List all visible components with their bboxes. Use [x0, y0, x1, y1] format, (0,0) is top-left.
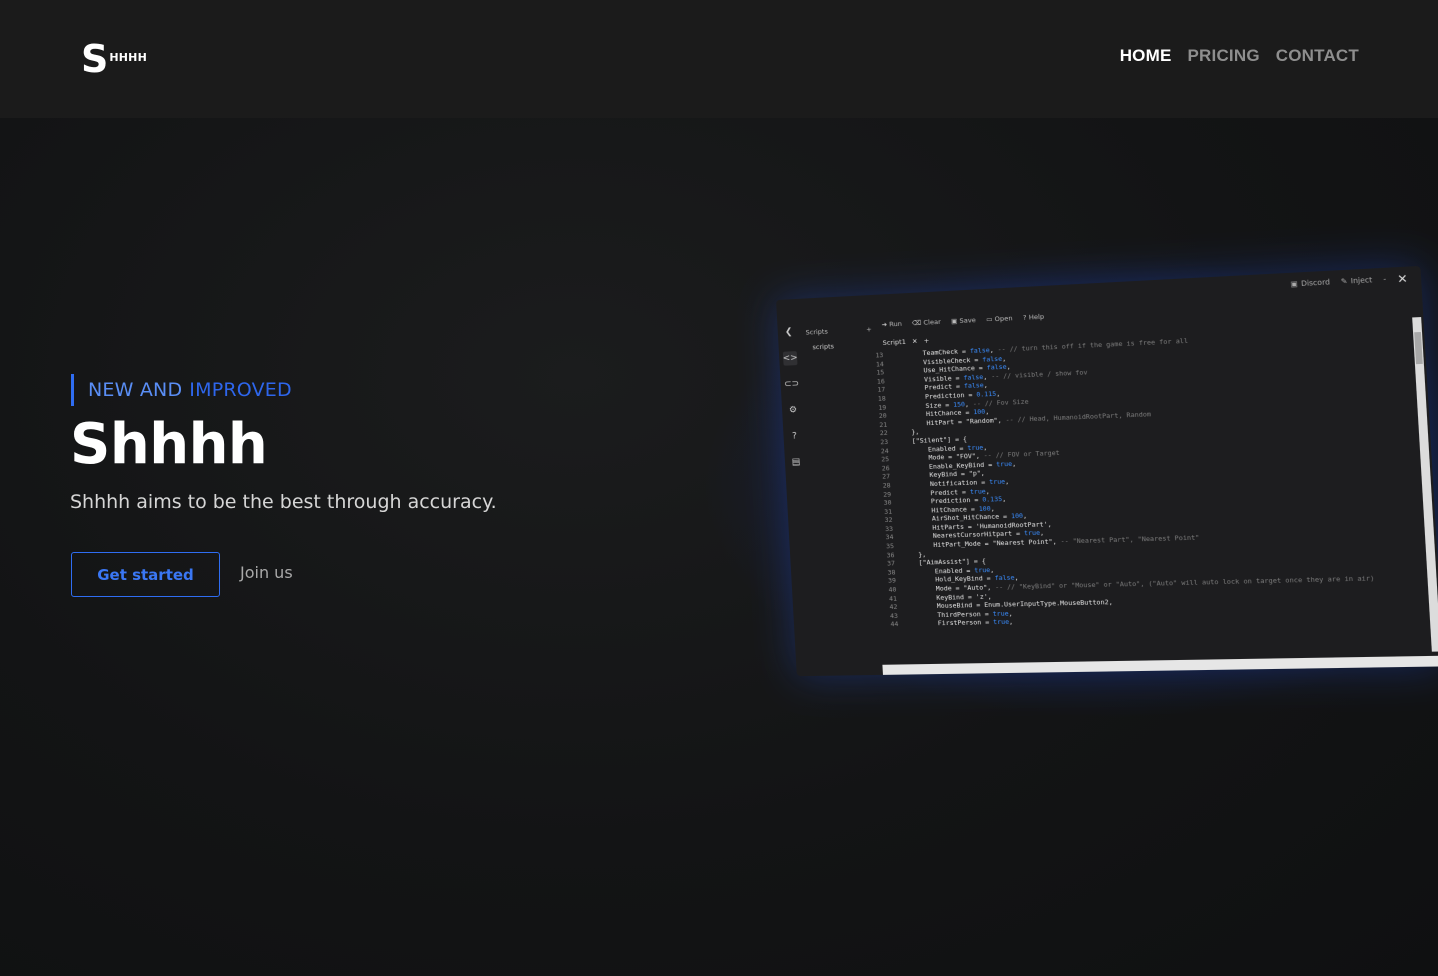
editor-tab: Script1 ✕ + — [882, 337, 929, 347]
run-label: Run — [889, 320, 902, 329]
editor-inject-button: ✎ Inject — [1341, 276, 1373, 286]
hero-title: Shhhh — [70, 412, 267, 478]
editor-close-icon: ✕ — [1397, 271, 1408, 285]
editor-tab-close-icon: ✕ — [912, 337, 918, 345]
line-number: 42 — [879, 603, 898, 612]
save-button: ▣ Save — [951, 316, 976, 325]
editor-scroll-thumb — [1414, 332, 1423, 364]
editor-tab-add-icon: + — [923, 337, 929, 345]
help-button: ? Help — [1023, 313, 1045, 322]
save-label: Save — [959, 316, 976, 325]
editor-logo-icon: ❮ — [781, 325, 796, 340]
eyebrow-text-part1: NEW AND — [88, 379, 182, 401]
scripts-add-icon: + — [866, 325, 872, 333]
discord-icon: ▣ — [1290, 280, 1298, 289]
editor-minimize-icon: - — [1383, 275, 1386, 284]
scripts-panel-title: Scripts — [805, 327, 828, 336]
open-button: ▭ Open — [986, 314, 1013, 323]
nav-pricing-link[interactable]: PRICING — [1188, 46, 1260, 66]
hero-eyebrow: NEW AND IMPROVED — [71, 374, 292, 406]
brand-logo[interactable]: S HHHH — [81, 38, 147, 78]
clear-button: ⌫ Clear — [912, 318, 941, 328]
gear-icon: ⚙ — [786, 403, 801, 418]
link-icon: ⊂⊃ — [784, 377, 799, 392]
logo-initial: S — [81, 40, 108, 78]
run-button: ➜ Run — [881, 320, 902, 329]
paint-roller-icon: ▤ — [789, 455, 804, 470]
help-label: Help — [1028, 313, 1044, 322]
line-number: 40 — [878, 586, 897, 595]
open-label: Open — [994, 314, 1012, 323]
editor-discord-button: ▣ Discord — [1290, 278, 1330, 288]
eyebrow-text-part2: IMPROVED — [189, 379, 292, 401]
nav-contact-link[interactable]: CONTACT — [1276, 46, 1359, 66]
code-text: FirstPerson = true, — [906, 618, 1013, 628]
nav-home-link[interactable]: HOME — [1120, 46, 1172, 66]
editor-screenshot: ▣ Discord ✎ Inject - ✕ ❮ <> ⊂⊃ ⚙ ? ▤ Scr… — [776, 266, 1438, 676]
join-us-link[interactable]: Join us — [240, 563, 293, 582]
syringe-icon: ✎ — [1341, 277, 1348, 286]
code-text: }, — [896, 428, 920, 437]
help-icon: ? — [787, 429, 802, 444]
clear-label: Clear — [923, 318, 941, 327]
editor-inject-label: Inject — [1351, 276, 1373, 286]
logo-wordmark: HHHH — [109, 52, 147, 63]
line-number: 41 — [878, 594, 897, 603]
line-number: 44 — [880, 620, 899, 629]
code-icon: <> — [783, 351, 798, 366]
editor-tab-name: Script1 — [882, 338, 906, 347]
line-number: 43 — [879, 612, 898, 621]
editor-code-area: 13 TeamCheck = false, -- // turn this of… — [865, 326, 1430, 629]
editor-discord-label: Discord — [1301, 278, 1330, 288]
hero-subtitle: Shhhh aims to be the best through accura… — [70, 491, 497, 513]
top-navbar: S HHHH HOME PRICING CONTACT — [0, 0, 1438, 118]
get-started-button[interactable]: Get started — [71, 552, 220, 597]
main-nav: HOME PRICING CONTACT — [1120, 46, 1359, 66]
code-text: }, — [902, 550, 926, 559]
